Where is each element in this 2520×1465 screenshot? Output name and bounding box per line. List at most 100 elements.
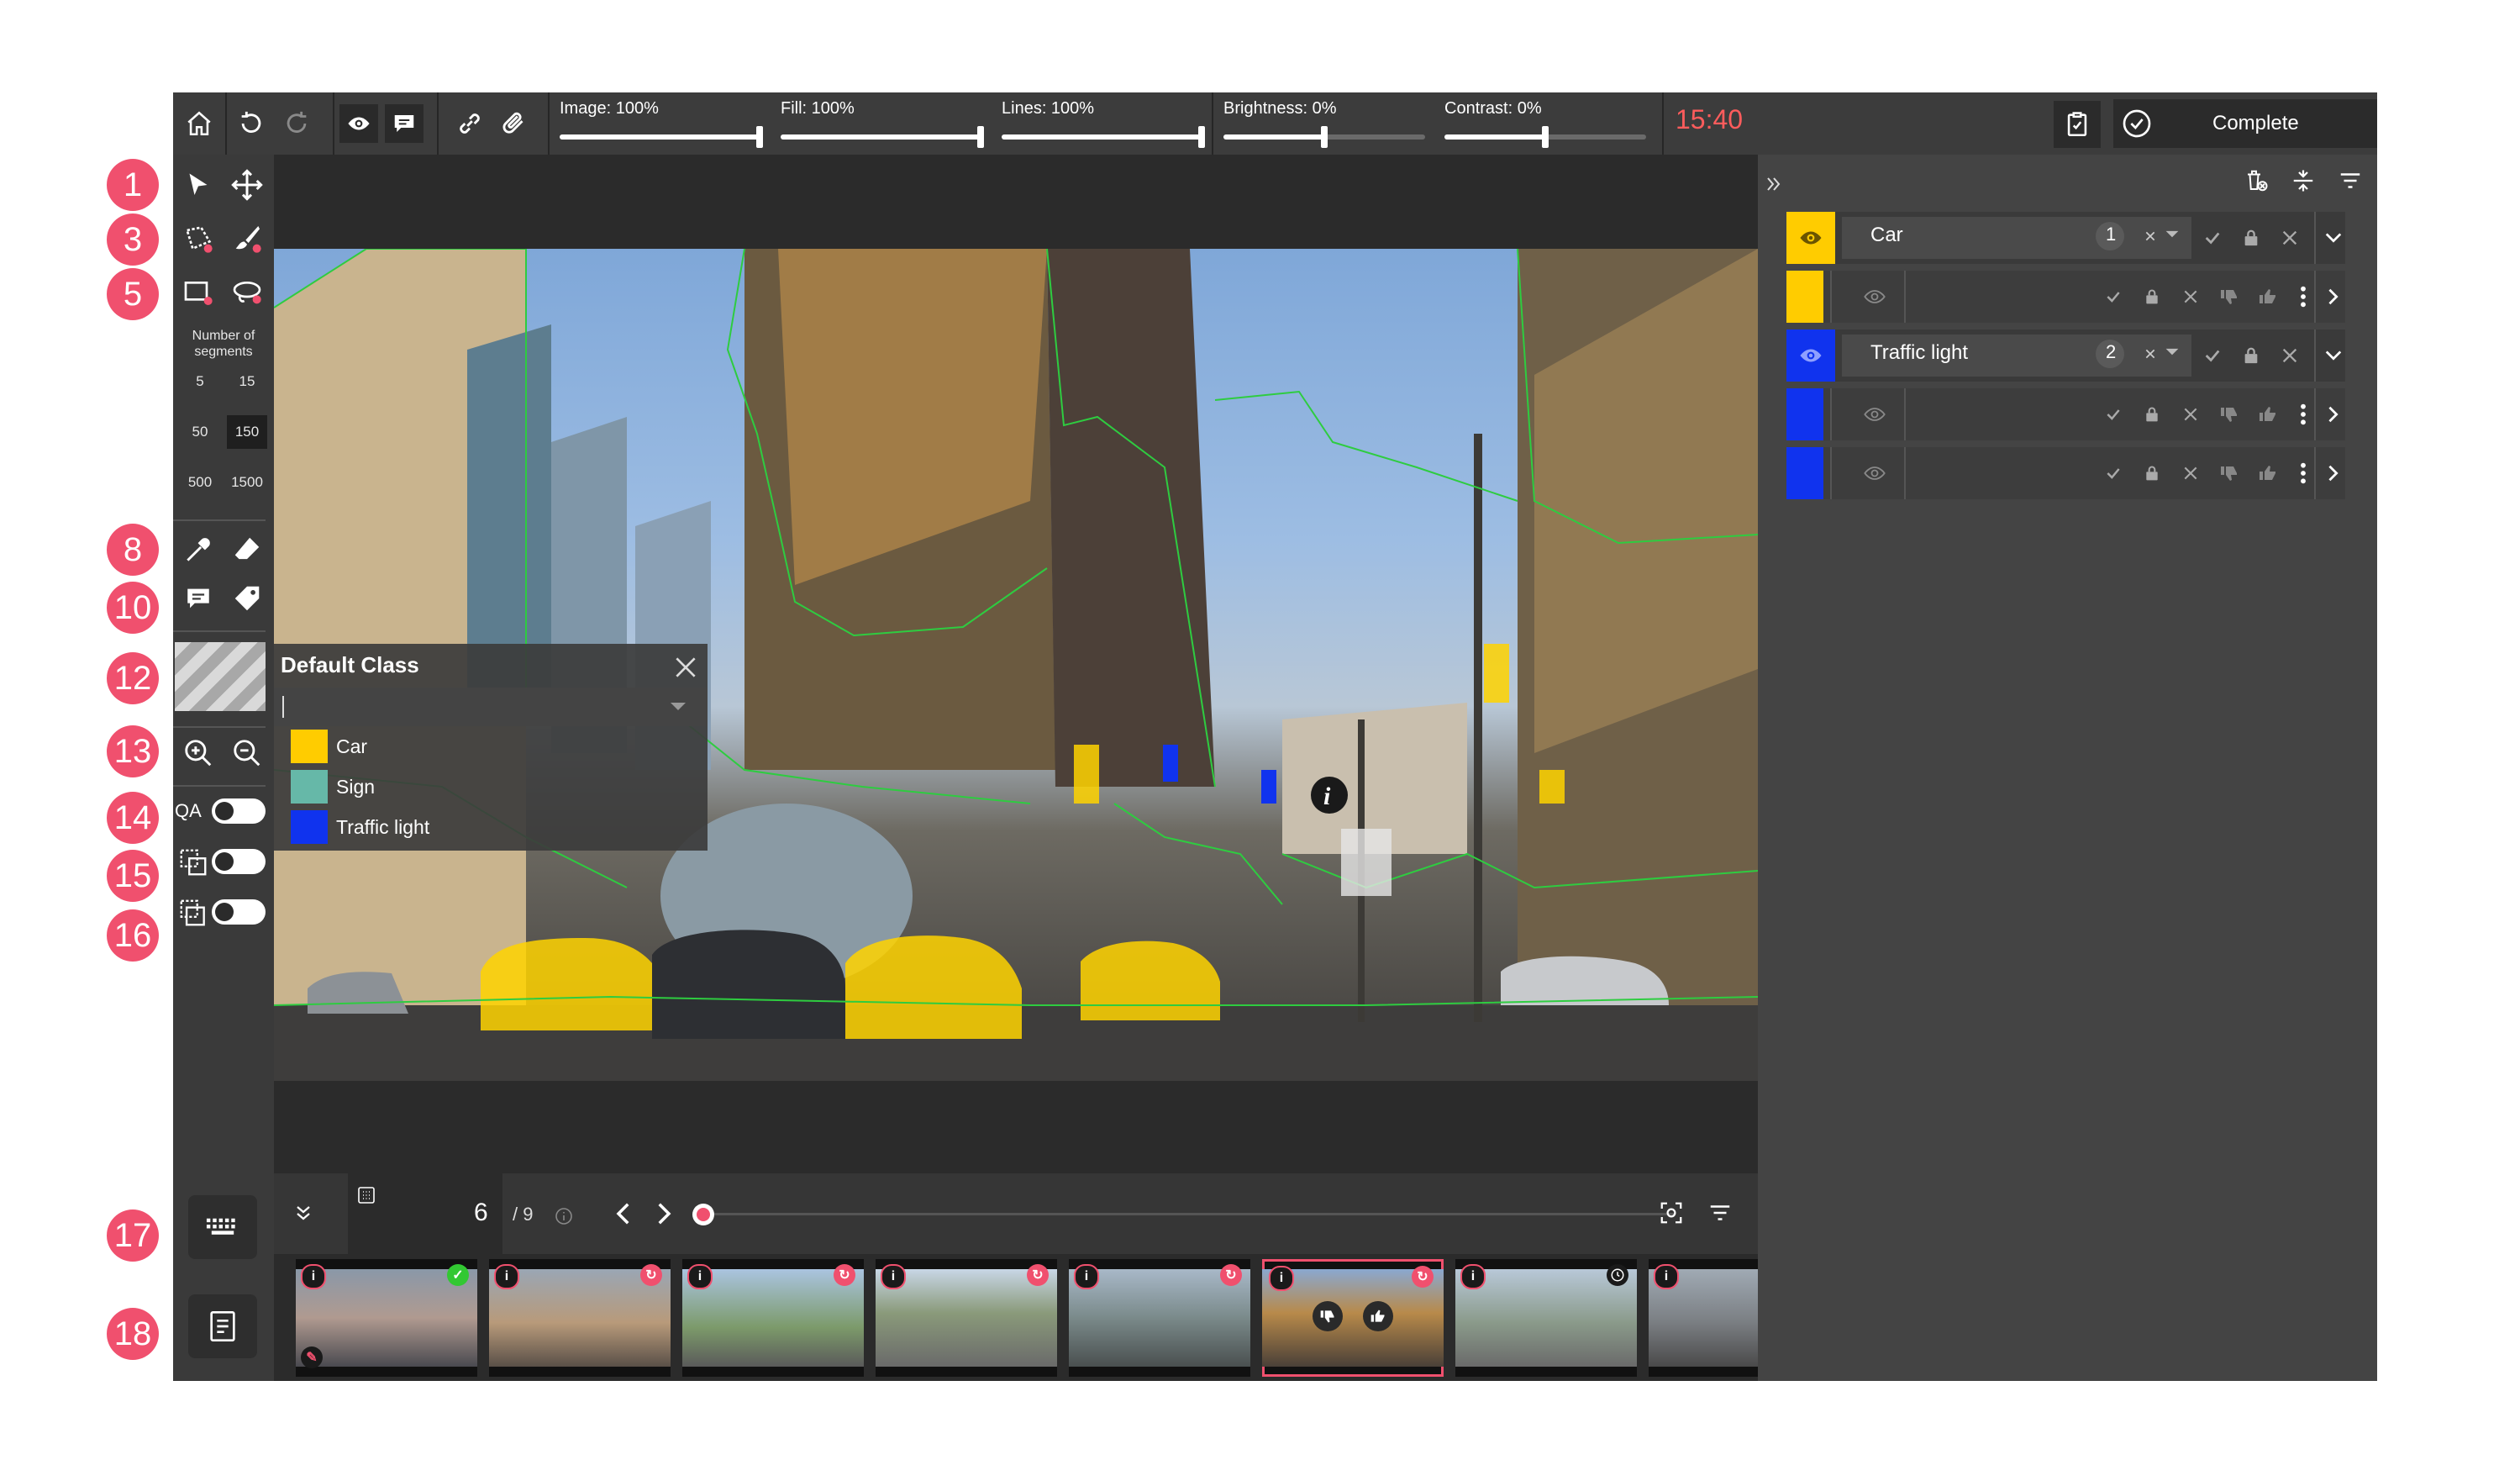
collapse-filmstrip-icon[interactable] <box>291 1200 316 1225</box>
more-options-icon[interactable] <box>2291 402 2316 427</box>
current-frame-number[interactable]: 6 <box>474 1199 488 1227</box>
delete-icon[interactable] <box>2178 284 2203 309</box>
class-option-sign[interactable]: Sign <box>291 770 375 804</box>
thumbs-up-icon[interactable] <box>2255 461 2281 486</box>
lasso-tool-icon[interactable] <box>227 272 267 313</box>
thumbs-up-icon[interactable] <box>2255 402 2281 427</box>
close-icon[interactable] <box>669 651 702 684</box>
segments-option-5[interactable]: 5 <box>180 365 220 398</box>
previous-frame-icon[interactable] <box>610 1201 635 1226</box>
collapse-all-icon[interactable] <box>2291 168 2316 193</box>
delete-icon[interactable] <box>2277 225 2302 250</box>
eye-icon[interactable] <box>339 104 378 143</box>
qa-toggle[interactable] <box>212 798 266 824</box>
fit-to-screen-icon[interactable] <box>1659 1200 1684 1225</box>
approve-icon[interactable] <box>2101 461 2126 486</box>
filter-frames-icon[interactable] <box>1707 1200 1733 1225</box>
info-icon[interactable] <box>551 1204 576 1229</box>
zoom-out-icon[interactable] <box>227 733 267 773</box>
collapse-panel-icon[interactable] <box>1761 171 1786 197</box>
visibility-toggle[interactable] <box>1786 329 1835 382</box>
thumbs-down-icon[interactable] <box>2217 284 2242 309</box>
lock-icon[interactable] <box>2239 343 2264 368</box>
segments-option-150[interactable]: 150 <box>227 415 267 449</box>
thumbs-down-icon[interactable] <box>2217 402 2242 427</box>
copy-segments-toggle[interactable] <box>212 849 266 874</box>
comment-toggle-icon[interactable] <box>385 104 424 143</box>
complete-button[interactable]: Complete <box>2113 99 2377 148</box>
expand-class-icon[interactable] <box>2321 343 2346 368</box>
thumbs-down-icon[interactable] <box>1313 1301 1343 1331</box>
timeline-handle[interactable] <box>692 1204 714 1225</box>
segments-option-15[interactable]: 15 <box>227 365 267 398</box>
instance-row[interactable] <box>1786 388 2345 440</box>
select-tool-icon[interactable] <box>178 165 218 205</box>
thumbs-up-icon[interactable] <box>2255 284 2281 309</box>
filter-icon[interactable] <box>2338 168 2363 193</box>
eye-icon[interactable] <box>1862 402 1887 427</box>
eye-icon[interactable] <box>1862 284 1887 309</box>
more-options-icon[interactable] <box>2291 284 2316 309</box>
class-option-car[interactable]: Car <box>291 730 367 763</box>
frame-thumbnail[interactable]: i ↻ <box>682 1259 864 1377</box>
chevron-right-icon[interactable] <box>2321 402 2346 427</box>
segments-option-50[interactable]: 50 <box>180 415 220 449</box>
frame-thumbnail-selected[interactable]: i ↻ <box>1262 1259 1444 1377</box>
instructions-button[interactable] <box>188 1294 257 1358</box>
polygon-tool-icon[interactable] <box>178 219 218 259</box>
frame-thumbnail[interactable]: i ↻ <box>1069 1259 1250 1377</box>
move-tool-icon[interactable] <box>227 165 267 205</box>
bounding-box-tool-icon[interactable] <box>178 272 218 313</box>
delete-all-icon[interactable] <box>2244 168 2269 193</box>
home-icon[interactable] <box>180 104 218 143</box>
frame-counter[interactable]: 6 <box>348 1173 502 1254</box>
next-frame-icon[interactable] <box>652 1201 677 1226</box>
brush-tool-icon[interactable] <box>227 219 267 259</box>
delete-icon[interactable] <box>2277 343 2302 368</box>
eraser-tool-icon[interactable] <box>227 530 267 570</box>
chevron-down-icon[interactable] <box>2160 340 2185 365</box>
instance-row[interactable] <box>1786 447 2345 499</box>
lock-icon[interactable] <box>2139 284 2165 309</box>
lock-icon[interactable] <box>2139 402 2165 427</box>
approve-icon[interactable] <box>2101 402 2126 427</box>
class-option-traffic-light[interactable]: Traffic light <box>291 810 429 844</box>
timeline-track[interactable] <box>702 1213 1674 1215</box>
link-icon[interactable] <box>450 104 489 143</box>
tag-tool-icon[interactable] <box>227 578 267 619</box>
segments-option-500[interactable]: 500 <box>180 466 220 499</box>
delete-icon[interactable] <box>2178 402 2203 427</box>
frame-thumbnail[interactable]: i ✓ ✎ <box>296 1259 477 1377</box>
frame-thumbnail[interactable]: i ↻ <box>876 1259 1057 1377</box>
instance-row[interactable] <box>1786 271 2345 323</box>
lock-icon[interactable] <box>2139 461 2165 486</box>
lock-icon[interactable] <box>2239 225 2264 250</box>
crop-segments-toggle[interactable] <box>212 899 266 925</box>
class-row-car[interactable]: Car 1 <box>1786 212 2345 264</box>
visibility-toggle[interactable] <box>1786 212 1835 264</box>
keyboard-shortcuts-button[interactable] <box>188 1195 257 1259</box>
expand-class-icon[interactable] <box>2321 225 2346 250</box>
thumbs-down-icon[interactable] <box>2217 461 2242 486</box>
attachment-icon[interactable] <box>496 104 534 143</box>
frame-thumbnail[interactable]: i <box>1649 1259 1758 1377</box>
clipboard-check-button[interactable] <box>2054 101 2101 148</box>
approve-icon[interactable] <box>2101 284 2126 309</box>
undo-icon[interactable] <box>232 104 271 143</box>
chevron-down-icon[interactable] <box>2160 222 2185 247</box>
zoom-in-icon[interactable] <box>178 733 218 773</box>
approve-icon[interactable] <box>2200 343 2225 368</box>
comment-tool-icon[interactable] <box>178 578 218 619</box>
eyedropper-tool-icon[interactable] <box>178 530 218 570</box>
class-search-input[interactable] <box>274 688 708 726</box>
chevron-right-icon[interactable] <box>2321 461 2346 486</box>
segments-option-1500[interactable]: 1500 <box>227 466 267 499</box>
thumbs-up-icon[interactable] <box>1363 1301 1393 1331</box>
frame-thumbnail[interactable]: i ↻ <box>489 1259 671 1377</box>
approve-icon[interactable] <box>2200 225 2225 250</box>
redo-icon[interactable] <box>277 104 316 143</box>
class-color-swatch[interactable] <box>175 642 266 711</box>
eye-icon[interactable] <box>1862 461 1887 486</box>
delete-icon[interactable] <box>2178 461 2203 486</box>
frame-thumbnail[interactable]: i <box>1455 1259 1637 1377</box>
